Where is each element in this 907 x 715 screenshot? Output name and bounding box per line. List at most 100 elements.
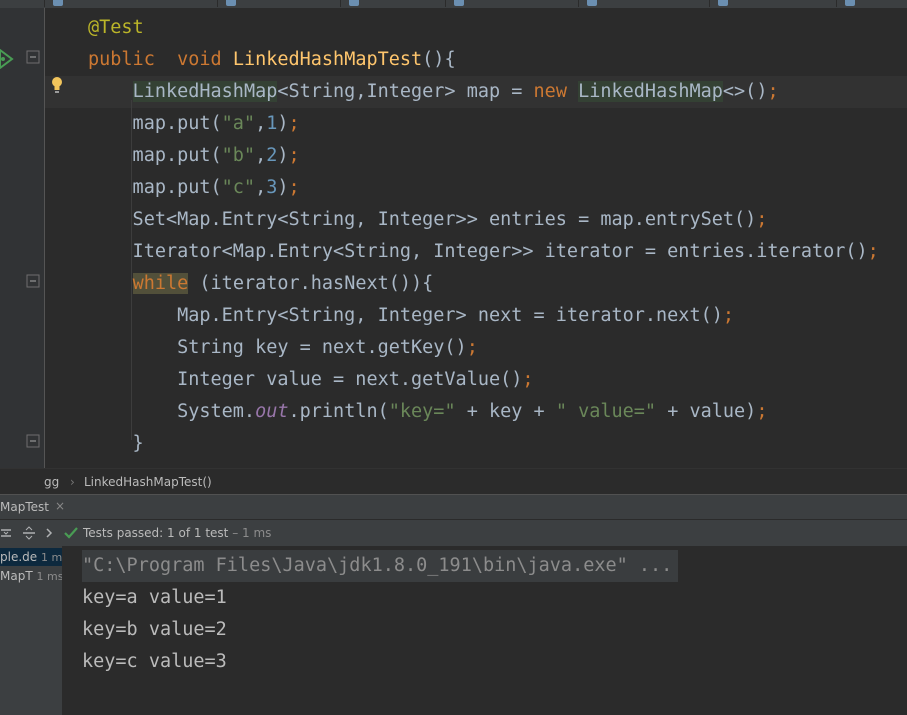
code-line[interactable]: System.out.println("key=" + key + " valu…	[88, 396, 879, 428]
code-token: Map.Entry<String, Integer> next = iterat…	[88, 305, 723, 326]
expand-all-icon[interactable]	[0, 526, 14, 540]
code-token: while	[132, 273, 189, 294]
code-token: " value="	[555, 401, 657, 422]
editor-gutter[interactable]	[0, 8, 45, 468]
test-runner-toolbar: Tests passed: 1 of 1 test – 1 ms	[0, 519, 907, 547]
breadcrumb: gg › LinkedHashMapTest()	[0, 468, 907, 495]
code-line[interactable]: map.put("c",3);	[88, 172, 879, 204]
test-results-tree[interactable]: ple.de 1 ms MapT 1 ms	[0, 546, 63, 715]
test-tree-label: MapT	[0, 569, 33, 583]
intention-lightbulb-icon[interactable]	[50, 76, 64, 94]
code-token: LinkedHashMapTest	[232, 49, 423, 70]
code-token: Iterator<Map.Entry<String, Integer>> ite…	[88, 241, 868, 262]
breadcrumb-separator: ›	[70, 475, 75, 489]
code-token: <>()	[722, 81, 768, 102]
editor-tab[interactable]	[837, 0, 907, 7]
close-tab-icon[interactable]: ×	[55, 499, 65, 513]
code-token: }	[88, 433, 144, 454]
code-token: )	[277, 145, 289, 166]
code-line[interactable]: public void LinkedHashMapTest(){	[88, 44, 879, 76]
fold-marker-icon[interactable]	[26, 50, 40, 64]
test-tree-time: 1 ms	[40, 551, 63, 564]
java-class-icon	[587, 0, 597, 6]
code-token: + key +	[455, 401, 556, 422]
code-line[interactable]: Map.Entry<String, Integer> next = iterat…	[88, 300, 879, 332]
code-editor[interactable]: @Test public void LinkedHashMapTest(){ Li…	[0, 8, 907, 468]
java-class-icon	[349, 0, 359, 6]
code-token: "a"	[221, 113, 256, 134]
code-token: ;	[288, 177, 300, 198]
editor-tab[interactable]	[341, 0, 446, 7]
test-tree-time: 1 ms	[36, 570, 63, 583]
console-output[interactable]: "C:\Program Files\Java\jdk1.8.0_191\bin\…	[63, 546, 907, 715]
run-config-tab-label[interactable]: MapTest	[0, 500, 49, 514]
code-line[interactable]: Iterator<Map.Entry<String, Integer>> ite…	[88, 236, 879, 268]
java-class-icon	[718, 0, 728, 6]
code-token: (){	[422, 49, 456, 70]
code-token: <String,Integer> map =	[277, 81, 534, 102]
test-tree-row[interactable]: MapT 1 ms	[0, 567, 62, 585]
code-token: )	[277, 113, 289, 134]
code-line[interactable]: String key = next.getKey();	[88, 332, 879, 364]
test-tree-row[interactable]: ple.de 1 ms	[0, 548, 62, 566]
code-line[interactable]: Integer value = next.getValue();	[88, 364, 879, 396]
editor-tab[interactable]	[218, 0, 341, 7]
console-command-line[interactable]: "C:\Program Files\Java\jdk1.8.0_191\bin\…	[82, 550, 679, 582]
gutter-divider	[44, 8, 45, 468]
test-status-text: Tests passed: 1 of 1 test – 1 ms	[83, 526, 271, 540]
code-token: ;	[756, 209, 768, 230]
java-class-icon	[53, 0, 63, 6]
code-token: ,	[255, 177, 267, 198]
code-line[interactable]: map.put("a",1);	[88, 108, 879, 140]
code-token: ;	[767, 81, 779, 102]
code-token: 2	[266, 145, 278, 166]
code-token: public	[88, 49, 155, 70]
code-token: Set<Map.Entry<String, Integer>> entries …	[88, 209, 757, 230]
code-line[interactable]: LinkedHashMap<String,Integer> map = new …	[88, 76, 879, 108]
code-line[interactable]: while (iterator.hasNext()){	[88, 268, 879, 300]
console-output-line: key=c value=3	[82, 651, 227, 672]
code-token: map.put(	[88, 177, 222, 198]
code-token: ;	[288, 113, 300, 134]
code-token: ;	[522, 369, 534, 390]
code-token: LinkedHashMap	[132, 81, 278, 102]
java-class-icon	[226, 0, 236, 6]
editor-tab[interactable]	[579, 0, 710, 7]
code-token: ,	[255, 145, 267, 166]
breadcrumb-item-package[interactable]: gg	[44, 475, 59, 489]
chevron-right-icon[interactable]	[44, 526, 58, 540]
code-token: (iterator.hasNext()){	[188, 273, 434, 294]
code-token: String key = next.getKey()	[88, 337, 467, 358]
code-token: Integer value = next.getValue()	[88, 369, 523, 390]
fold-end-marker-icon[interactable]	[26, 434, 40, 448]
run-tool-window-tab[interactable]: MapTest ×	[0, 494, 907, 520]
collapse-all-icon[interactable]	[22, 526, 36, 540]
code-token: + value)	[656, 401, 757, 422]
editor-tab[interactable]	[45, 0, 218, 7]
editor-tab[interactable]	[446, 0, 579, 7]
console-output-line: key=b value=2	[82, 619, 227, 640]
status-mid: of 1 test	[174, 526, 229, 540]
editor-tab[interactable]	[0, 0, 45, 7]
java-class-icon	[845, 0, 855, 6]
code-line[interactable]: map.put("b",2);	[88, 140, 879, 172]
java-class-icon	[454, 0, 464, 6]
run-test-icon[interactable]	[0, 48, 14, 70]
breadcrumb-item-method[interactable]: LinkedHashMapTest()	[84, 475, 212, 489]
fold-marker-icon[interactable]	[26, 274, 40, 288]
code-line[interactable]: Set<Map.Entry<String, Integer>> entries …	[88, 204, 879, 236]
code-line[interactable]: @Test	[88, 12, 879, 44]
code-token: new	[533, 81, 567, 102]
editor-tab-strip	[0, 0, 907, 8]
code-lines[interactable]: @Test public void LinkedHashMapTest(){ Li…	[88, 12, 879, 460]
status-prefix: Tests passed:	[83, 526, 168, 540]
code-line[interactable]: }	[88, 428, 879, 460]
code-token: ;	[466, 337, 478, 358]
code-token: ;	[756, 401, 768, 422]
code-token: @Test	[88, 17, 144, 38]
editor-tab[interactable]	[710, 0, 837, 7]
code-token: map.put(	[88, 113, 222, 134]
